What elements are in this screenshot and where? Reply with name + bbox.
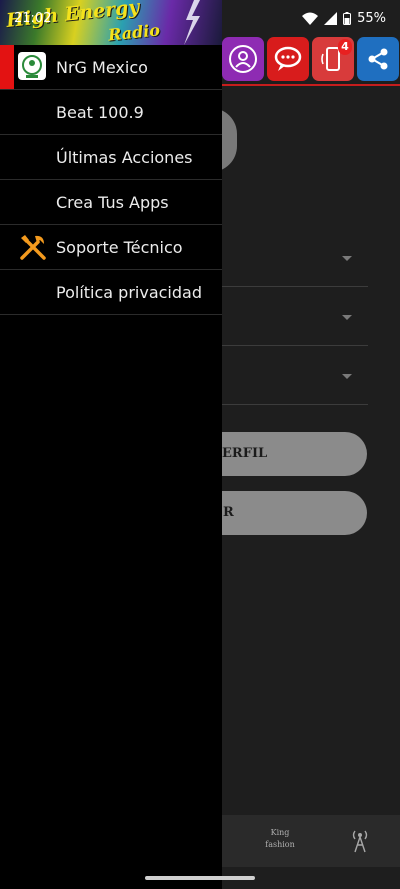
- logo-subtitle: Radio: [107, 20, 161, 45]
- dropdown-field[interactable]: [222, 347, 368, 405]
- drawer-header-logo: High Energy Radio: [0, 0, 222, 45]
- profile-button-label: ERFIL: [222, 446, 268, 461]
- submit-button-label: R: [223, 505, 234, 520]
- drawer-item-ultimas-acciones[interactable]: Últimas Acciones: [0, 135, 222, 180]
- active-indicator: [0, 45, 14, 89]
- drawer-item-label: Beat 100.9: [56, 103, 144, 122]
- dropdown-field[interactable]: [222, 288, 368, 346]
- drawer-item-crea-tus-apps[interactable]: Crea Tus Apps: [0, 180, 222, 225]
- drawer-item-label: Crea Tus Apps: [56, 193, 169, 212]
- phone-icon[interactable]: 4: [312, 37, 354, 81]
- drawer-item-soporte-tecnico[interactable]: Soporte Técnico: [0, 225, 222, 270]
- navigation-drawer: High Energy Radio NrG Mexico Beat 100.9 …: [0, 0, 222, 889]
- phone-badge: 4: [338, 39, 352, 55]
- home-indicator[interactable]: [145, 876, 255, 880]
- bottom-navigation: King fashion: [222, 815, 400, 867]
- nrg-logo-icon: [18, 52, 46, 80]
- tools-icon: [18, 232, 46, 260]
- drawer-item-politica-privacidad[interactable]: Política privacidad: [0, 270, 222, 315]
- drawer-item-label: NrG Mexico: [56, 58, 148, 77]
- header-divider: [222, 84, 400, 86]
- share-icon[interactable]: [357, 37, 399, 81]
- chat-icon[interactable]: [267, 37, 309, 81]
- chevron-down-icon: [342, 374, 352, 379]
- chevron-down-icon: [342, 315, 352, 320]
- drawer-item-beat-100-9[interactable]: Beat 100.9: [0, 90, 222, 135]
- profile-icon[interactable]: [222, 37, 264, 81]
- drawer-item-nrg-mexico[interactable]: NrG Mexico: [0, 45, 222, 90]
- drawer-menu: NrG Mexico Beat 100.9 Últimas Acciones C…: [0, 45, 222, 315]
- dropdown-field[interactable]: [222, 229, 368, 287]
- top-icon-bar: 4: [222, 37, 399, 85]
- antenna-icon[interactable]: [350, 829, 370, 857]
- drawer-item-label: Soporte Técnico: [56, 238, 183, 257]
- lightning-icon: [184, 0, 200, 45]
- drawer-item-label: Política privacidad: [56, 283, 202, 302]
- chevron-down-icon: [342, 256, 352, 261]
- drawer-item-label: Últimas Acciones: [56, 148, 193, 167]
- brand-tab[interactable]: King fashion: [262, 827, 298, 851]
